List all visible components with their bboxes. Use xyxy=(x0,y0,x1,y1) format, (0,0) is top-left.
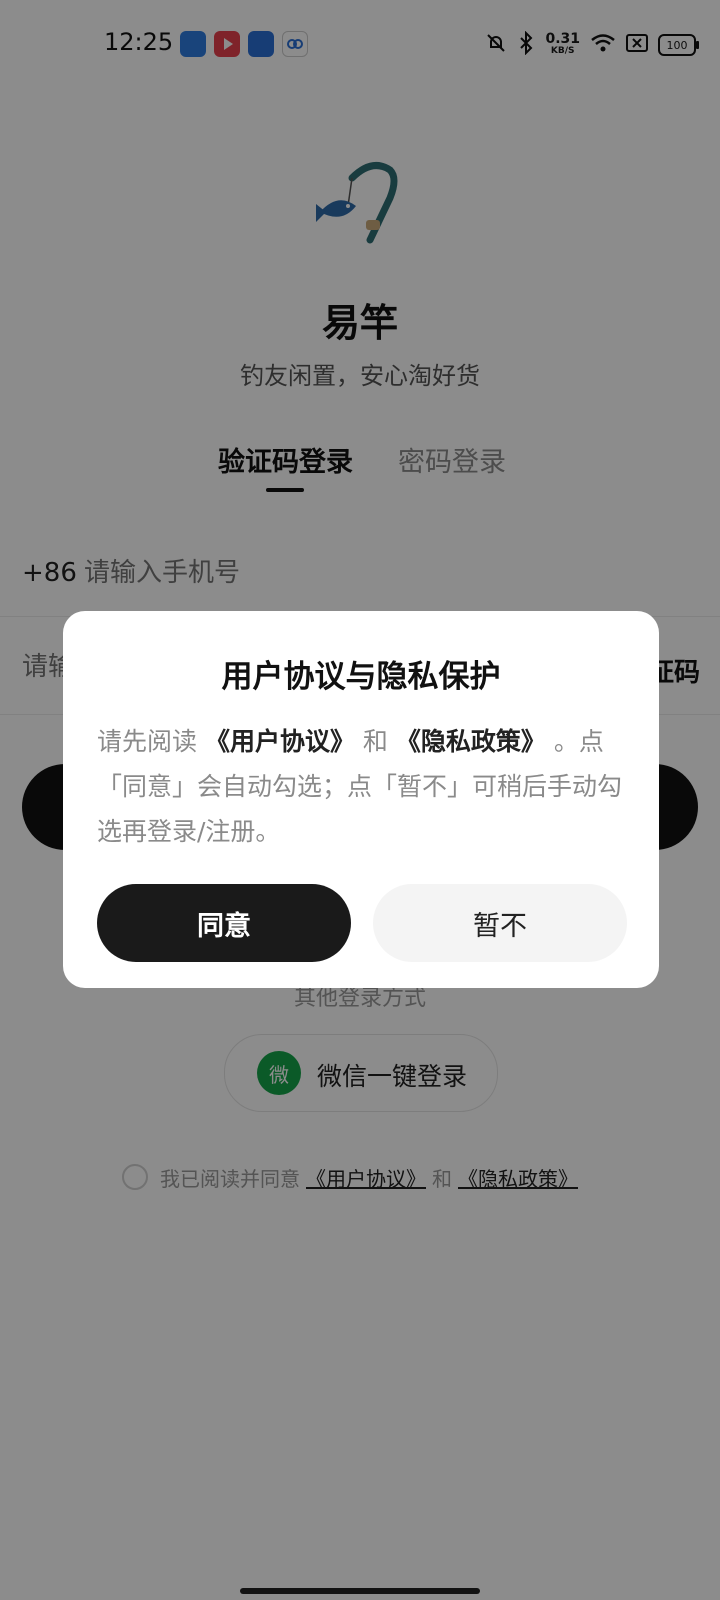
privacy-dialog: 用户协议与隐私保护 请先阅读 《用户协议》 和 《隐私政策》 。点「同意」会自动… xyxy=(63,611,659,988)
dialog-privacy-policy-link[interactable]: 《隐私政策》 xyxy=(396,727,546,756)
agree-button[interactable]: 同意 xyxy=(97,884,351,962)
dialog-user-agreement-link[interactable]: 《用户协议》 xyxy=(205,727,355,756)
dialog-body: 请先阅读 《用户协议》 和 《隐私政策》 。点「同意」会自动勾选；点「暂不」可稍… xyxy=(97,719,627,854)
dialog-body-text-2: 和 xyxy=(354,727,396,756)
dialog-title: 用户协议与隐私保护 xyxy=(221,659,501,695)
decline-button[interactable]: 暂不 xyxy=(373,884,627,962)
dialog-body-text-1: 请先阅读 xyxy=(97,727,205,756)
